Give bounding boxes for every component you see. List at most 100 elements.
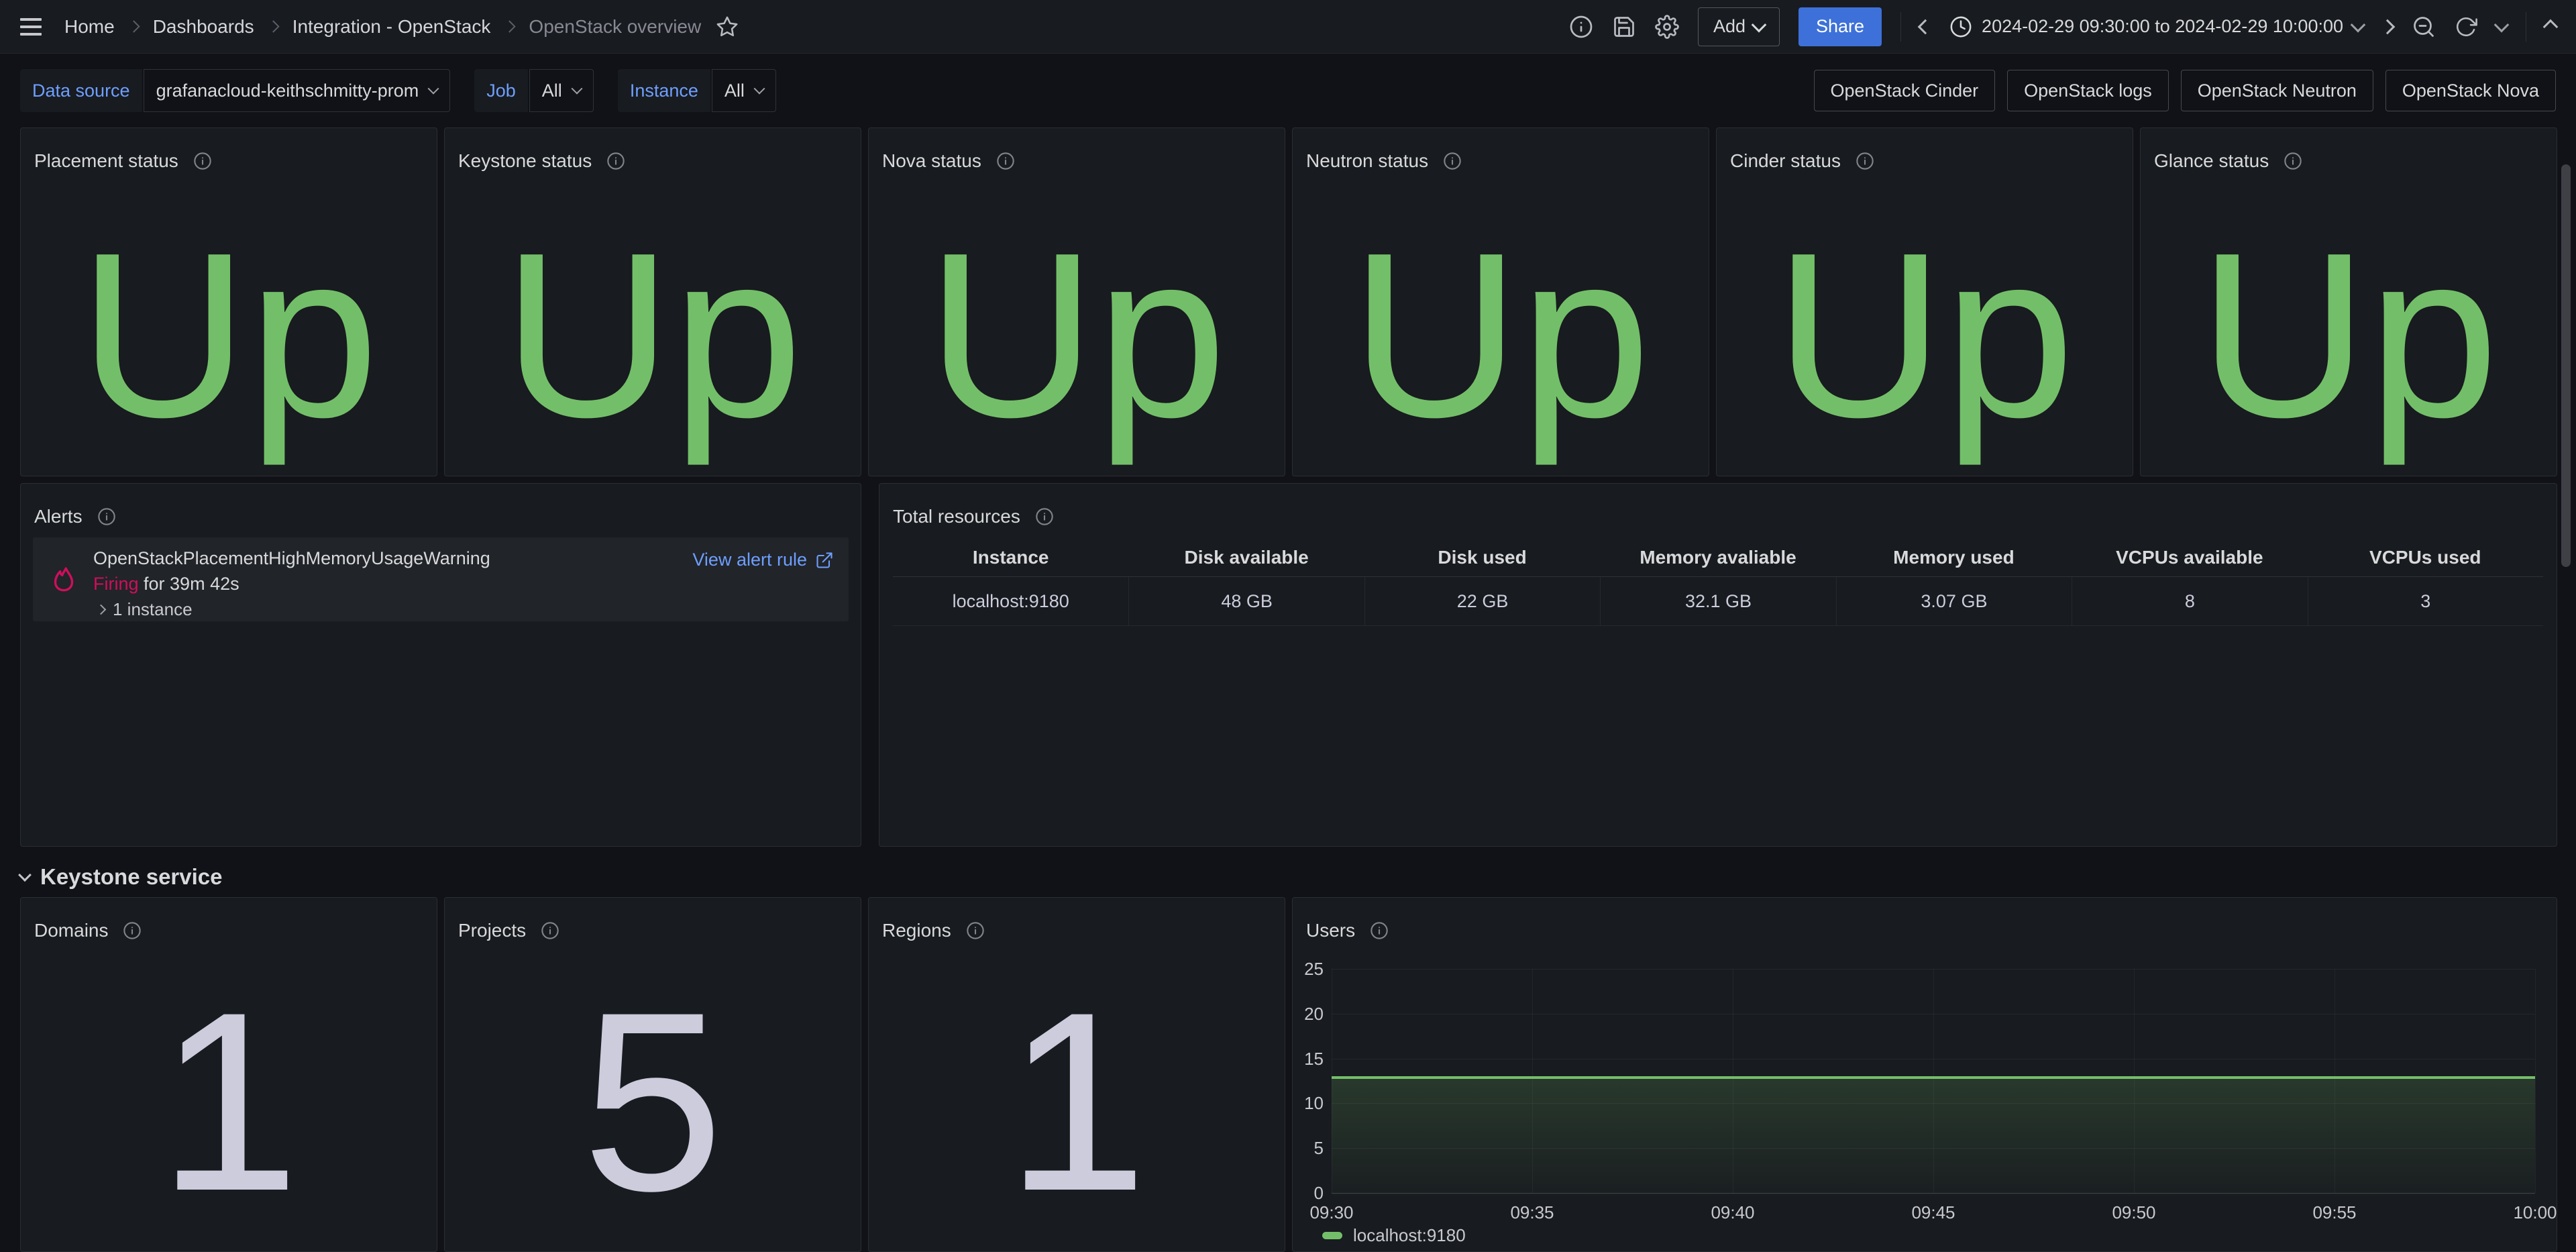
- info-icon[interactable]: [541, 921, 559, 940]
- instance-label[interactable]: Instance: [618, 69, 710, 112]
- share-button[interactable]: Share: [1799, 7, 1882, 46]
- view-alert-rule-label: View alert rule: [692, 550, 807, 570]
- chevron-down-icon: [571, 83, 582, 95]
- stat-value: 1: [158, 974, 299, 1229]
- datasource-label[interactable]: Data source: [20, 69, 142, 112]
- firing-flame-icon: [50, 566, 77, 592]
- link-openstack-nova[interactable]: OpenStack Nova: [2385, 70, 2556, 111]
- favorite-star-icon[interactable]: [716, 15, 739, 38]
- info-icon[interactable]: [1035, 507, 1054, 526]
- job-label[interactable]: Job: [474, 69, 528, 112]
- collapse-controls-icon[interactable]: [2545, 21, 2556, 32]
- status-value: Up: [78, 218, 378, 453]
- chevron-right-icon: [504, 20, 516, 32]
- column-header[interactable]: Memory used: [1836, 539, 2072, 577]
- panel-placement-status: Placement status Up: [20, 127, 437, 476]
- info-icon[interactable]: [2284, 152, 2302, 170]
- status-value: Up: [2198, 218, 2498, 453]
- y-axis-tick: 5: [1293, 1138, 1324, 1159]
- info-icon[interactable]: [193, 152, 212, 170]
- alert-rule-name: OpenStackPlacementHighMemoryUsageWarning: [93, 548, 490, 569]
- table-cell: 32.1 GB: [1600, 577, 1835, 626]
- info-icon[interactable]: [123, 921, 142, 940]
- time-range-picker[interactable]: 2024-02-29 09:30:00 to 2024-02-29 10:00:…: [1949, 15, 2363, 38]
- breadcrumb-integration[interactable]: Integration - OpenStack: [292, 16, 491, 38]
- time-shift-back-icon[interactable]: [1920, 21, 1931, 32]
- column-header[interactable]: Disk available: [1128, 539, 1364, 577]
- column-header[interactable]: VCPUs available: [2072, 539, 2307, 577]
- datasource-value: grafanacloud-keithschmitty-prom: [156, 81, 419, 101]
- breadcrumb-home[interactable]: Home: [64, 16, 115, 38]
- stat-value: 1: [1006, 974, 1147, 1229]
- link-openstack-neutron[interactable]: OpenStack Neutron: [2181, 70, 2373, 111]
- info-icon[interactable]: [1856, 152, 1874, 170]
- job-select[interactable]: All: [529, 69, 594, 112]
- info-icon[interactable]: [966, 921, 985, 940]
- panel-title: Placement status: [34, 150, 178, 172]
- instance-value: All: [724, 81, 745, 101]
- panel-title: Total resources: [893, 506, 1020, 527]
- panel-projects: Projects 5: [444, 897, 861, 1252]
- status-value: Up: [502, 218, 802, 453]
- users-chart: 051015202509:3009:3509:4009:4509:5009:55…: [1293, 898, 2557, 1251]
- row-keystone-service[interactable]: Keystone service: [20, 864, 223, 890]
- table-cell: localhost:9180: [893, 577, 1128, 626]
- legend-series-color: [1322, 1232, 1342, 1239]
- menu-toggle-icon[interactable]: [20, 18, 42, 36]
- add-button[interactable]: Add: [1698, 7, 1780, 46]
- time-shift-forward-icon[interactable]: [2382, 21, 2393, 32]
- chevron-down-icon: [428, 83, 439, 95]
- instance-variable: Instance All: [618, 69, 776, 112]
- chevron-down-icon: [2351, 17, 2366, 32]
- refresh-interval-dropdown-icon[interactable]: [2496, 21, 2507, 32]
- panel-regions: Regions 1: [868, 897, 1285, 1252]
- status-value: Up: [1774, 218, 2074, 453]
- x-axis-tick: 10:00: [2488, 1202, 2557, 1223]
- link-openstack-logs[interactable]: OpenStack logs: [2007, 70, 2169, 111]
- legend-item[interactable]: localhost:9180: [1322, 1225, 1466, 1246]
- job-variable: Job All: [474, 69, 594, 112]
- panel-title: Nova status: [882, 150, 981, 172]
- column-header[interactable]: Memory avaliable: [1600, 539, 1835, 577]
- external-link-icon: [815, 551, 834, 570]
- status-value: Up: [1350, 218, 1650, 453]
- link-openstack-cinder[interactable]: OpenStack Cinder: [1814, 70, 1996, 111]
- datasource-variable: Data source grafanacloud-keithschmitty-p…: [20, 69, 450, 112]
- info-icon[interactable]: [1443, 152, 1462, 170]
- breadcrumb-current: OpenStack overview: [529, 16, 701, 38]
- table-cell: 3: [2308, 577, 2543, 626]
- info-icon[interactable]: [606, 152, 625, 170]
- dashboard-info-icon[interactable]: [1569, 15, 1593, 39]
- panel-glance-status: Glance status Up: [2140, 127, 2557, 476]
- grafana-dashboard: Home Dashboards Integration - OpenStack …: [0, 0, 2576, 1252]
- breadcrumb-dashboards[interactable]: Dashboards: [153, 16, 254, 38]
- panel-neutron-status: Neutron status Up: [1292, 127, 1709, 476]
- chevron-down-icon: [753, 83, 765, 95]
- info-icon[interactable]: [97, 507, 116, 526]
- panel-domains: Domains 1: [20, 897, 437, 1252]
- refresh-icon[interactable]: [2455, 15, 2477, 38]
- info-icon[interactable]: [996, 152, 1015, 170]
- job-value: All: [542, 81, 562, 101]
- save-dashboard-icon[interactable]: [1612, 15, 1636, 39]
- table-cell: 3.07 GB: [1836, 577, 2072, 626]
- alert-list-item[interactable]: OpenStackPlacementHighMemoryUsageWarning…: [33, 537, 849, 621]
- table-cell: 48 GB: [1128, 577, 1364, 626]
- dashboard-settings-gear-icon[interactable]: [1655, 15, 1679, 39]
- datasource-select[interactable]: grafanacloud-keithschmitty-prom: [144, 69, 451, 112]
- view-alert-rule-link[interactable]: View alert rule: [692, 550, 834, 570]
- vertical-scrollbar[interactable]: [2561, 164, 2571, 567]
- stat-value: 5: [582, 974, 723, 1229]
- alert-instances-expander[interactable]: 1 instance: [97, 599, 193, 620]
- x-axis-tick: 09:50: [2087, 1202, 2181, 1223]
- alert-instances-label: 1 instance: [113, 599, 193, 620]
- column-header[interactable]: Disk used: [1364, 539, 1600, 577]
- chevron-right-icon: [267, 20, 279, 32]
- instance-select[interactable]: All: [712, 69, 776, 112]
- zoom-out-time-icon[interactable]: [2412, 15, 2436, 39]
- column-header[interactable]: VCPUs used: [2308, 539, 2543, 577]
- y-axis-tick: 10: [1293, 1093, 1324, 1114]
- panel-alerts: Alerts OpenStackPlacementHighMemoryUsage…: [20, 483, 861, 847]
- column-header[interactable]: Instance: [893, 539, 1128, 577]
- breadcrumb: Home Dashboards Integration - OpenStack …: [64, 15, 739, 38]
